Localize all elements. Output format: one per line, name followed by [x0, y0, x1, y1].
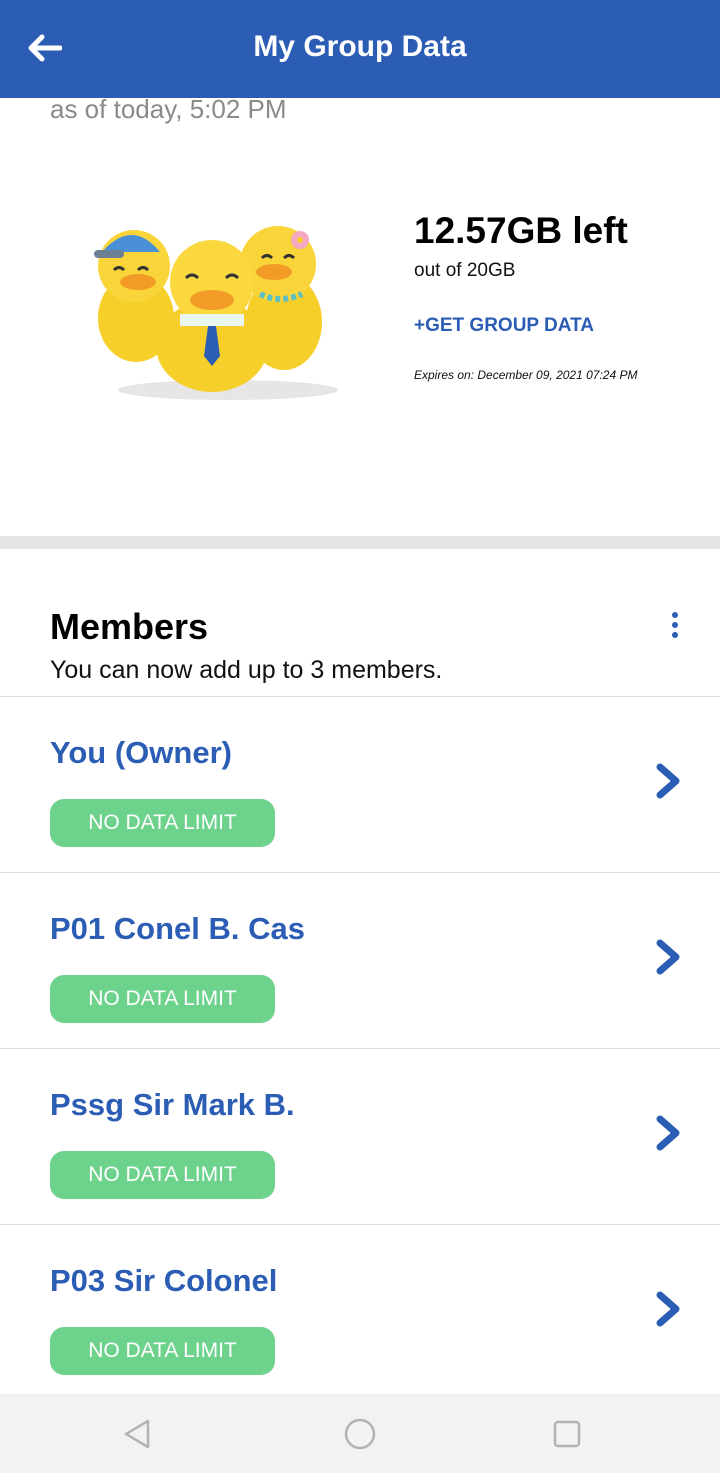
chevron-right-icon	[656, 1115, 680, 1151]
as-of-timestamp: as of today, 5:02 PM	[50, 94, 287, 124]
data-limit-badge: NO DATA LIMIT	[50, 1151, 275, 1199]
get-group-data-link[interactable]: +GET GROUP DATA	[414, 315, 594, 337]
chevron-right-icon	[656, 939, 680, 975]
more-vertical-icon[interactable]	[660, 608, 690, 642]
expiry-date: Expires on: December 09, 2021 07:24 PM	[414, 368, 638, 382]
app-bar: My Group Data	[0, 0, 720, 98]
data-limit-badge: NO DATA LIMIT	[50, 1327, 275, 1375]
member-name: You (Owner)	[50, 735, 232, 770]
member-name: Pssg Sir Mark B.	[50, 1087, 295, 1122]
nav-back-icon[interactable]	[120, 1416, 156, 1452]
data-limit-badge: NO DATA LIMIT	[50, 975, 275, 1023]
members-heading: Members	[50, 606, 209, 647]
chevron-right-icon	[656, 1291, 680, 1327]
three-ducks-illustration	[88, 222, 358, 402]
page-title: My Group Data	[253, 30, 467, 63]
nav-recents-icon[interactable]	[549, 1416, 585, 1452]
member-row[interactable]: P03 Sir Colonel NO DATA LIMIT	[0, 1224, 720, 1400]
member-name: P01 Conel B. Cas	[50, 911, 305, 946]
data-remaining: 12.57GB left	[414, 210, 628, 251]
members-subtitle: You can now add up to 3 members.	[50, 656, 443, 684]
member-row[interactable]: P01 Conel B. Cas NO DATA LIMIT	[0, 872, 720, 1048]
nav-home-icon[interactable]	[342, 1416, 378, 1452]
member-name: P03 Sir Colonel	[50, 1263, 278, 1298]
section-divider	[0, 536, 720, 549]
data-total: out of 20GB	[414, 260, 516, 281]
member-row-owner[interactable]: You (Owner) NO DATA LIMIT	[0, 696, 720, 872]
system-nav-bar	[0, 1394, 720, 1473]
chevron-right-icon	[656, 763, 680, 799]
data-limit-badge: NO DATA LIMIT	[50, 799, 275, 847]
member-row[interactable]: Pssg Sir Mark B. NO DATA LIMIT	[0, 1048, 720, 1224]
